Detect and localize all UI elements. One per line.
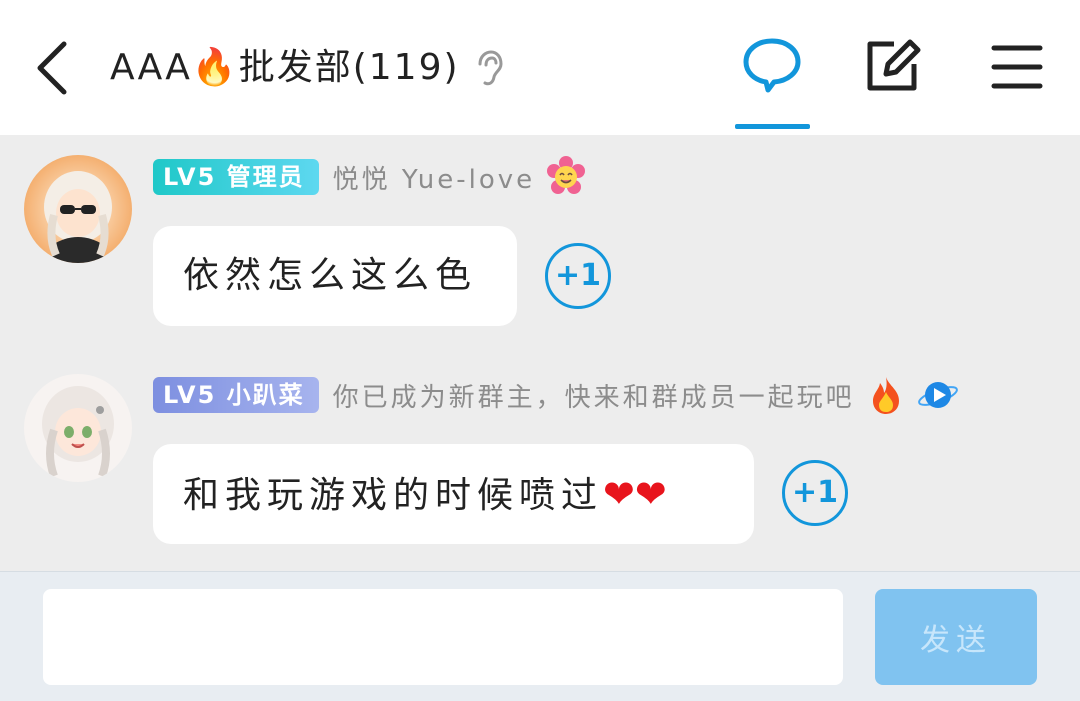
flower-emoji-icon: [547, 156, 586, 194]
avatar[interactable]: [24, 374, 132, 482]
message-item: LV5 小趴菜 你已成为新群主，快来和群成员一起玩吧 和我玩游戏的时候喷过❤❤ …: [0, 350, 1080, 571]
plus-one-button[interactable]: +1: [782, 460, 848, 526]
heart-emoji-text: ❤❤: [603, 472, 667, 516]
sender-meta: LV5 管理员 悦悦 Yue-love: [153, 156, 587, 196]
avatar[interactable]: [24, 155, 132, 263]
chat-bubble-icon[interactable]: [742, 36, 802, 96]
group-title: AAA🔥批发部(119): [110, 40, 504, 96]
group-title-text: AAA🔥批发部(119): [110, 47, 460, 88]
message-text: 和我玩游戏的时候喷过: [183, 475, 604, 516]
plus-one-button[interactable]: +1: [545, 243, 611, 309]
fire-emoji-icon: [872, 377, 899, 414]
back-arrow-icon[interactable]: [30, 36, 80, 100]
message-item: LV5 管理员 悦悦 Yue-love 依然怎么这么色 +1: [0, 135, 1080, 350]
sender-meta: LV5 小趴菜 你已成为新群主，快来和群成员一起玩吧: [153, 376, 959, 414]
message-bubble[interactable]: 依然怎么这么色: [153, 226, 517, 326]
sender-name[interactable]: 悦悦 Yue-love: [333, 159, 536, 196]
chat-header: AAA🔥批发部(119): [0, 0, 1080, 135]
level-badge: LV5 小趴菜: [153, 377, 319, 413]
active-tab-indicator: [735, 124, 810, 129]
sender-status-text: 你已成为新群主，快来和群成员一起玩吧: [332, 382, 855, 413]
edit-icon[interactable]: [864, 36, 924, 96]
message-text: 依然怎么这么色: [183, 255, 478, 296]
message-input[interactable]: [43, 589, 843, 685]
menu-icon[interactable]: [988, 36, 1048, 96]
ear-icon: [478, 50, 503, 86]
send-button[interactable]: 发送: [875, 589, 1037, 685]
message-bubble[interactable]: 和我玩游戏的时候喷过❤❤: [153, 444, 754, 544]
composer-bar: 发送: [0, 571, 1080, 701]
level-badge: LV5 管理员: [153, 159, 319, 195]
planet-play-icon[interactable]: [917, 374, 959, 416]
